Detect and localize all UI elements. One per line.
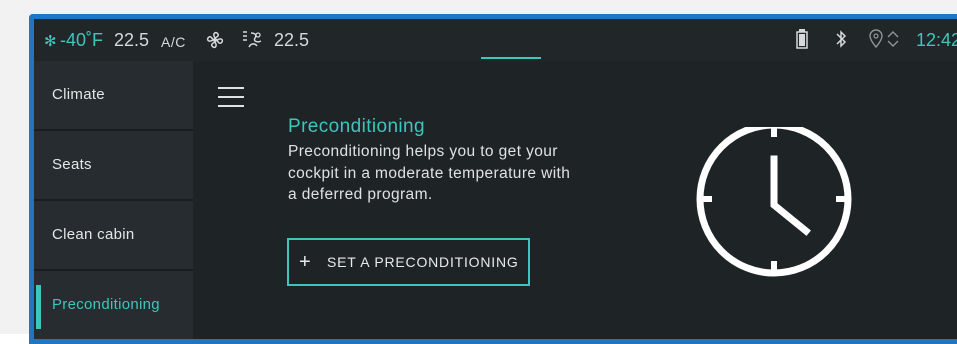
sidebar-item-label: Climate [52, 86, 105, 103]
active-indicator [36, 285, 41, 329]
sidebar-item-label: Preconditioning [52, 296, 160, 313]
set-temperature[interactable]: 22.5 [114, 30, 149, 51]
hamburger-menu-icon[interactable] [218, 87, 244, 109]
status-bar-indicator [481, 57, 541, 59]
right-temperature[interactable]: 22.5 [274, 30, 309, 51]
button-label: SET A PRECONDITIONING [327, 254, 519, 270]
sidebar: Climate Seats Clean cabin Preconditionin… [34, 61, 193, 339]
airflow-icon[interactable] [239, 29, 265, 56]
exterior-temperature: -40˚F [60, 30, 104, 50]
snowflake-icon: ✻ [44, 33, 57, 50]
sidebar-item-preconditioning[interactable]: Preconditioning [34, 271, 193, 339]
set-preconditioning-button[interactable]: + SET A PRECONDITIONING [287, 238, 530, 286]
ac-button[interactable]: A/C [161, 34, 186, 50]
bluetooth-icon [834, 29, 848, 54]
sidebar-item-label: Seats [52, 156, 92, 173]
sidebar-item-seats[interactable]: Seats [34, 131, 193, 199]
status-time: 12:42 [916, 30, 957, 50]
sidebar-item-climate[interactable]: Climate [34, 61, 193, 129]
battery-icon [795, 28, 809, 55]
page-description: Preconditioning helps you to get your co… [288, 143, 571, 203]
sidebar-item-clean-cabin[interactable]: Clean cabin [34, 201, 193, 269]
plus-icon: + [299, 251, 311, 273]
sidebar-item-label: Clean cabin [52, 226, 135, 243]
fan-icon[interactable] [204, 29, 226, 56]
clock-icon [694, 121, 860, 282]
device-frame: ✻ -40˚F 22.5 A/C 22.5 12:42 Climate Seat… [0, 0, 957, 344]
status-bar: ✻ -40˚F 22.5 A/C 22.5 12:42 [34, 19, 957, 61]
page-title: Preconditioning [288, 116, 425, 137]
location-icon [868, 29, 902, 54]
infotainment-screen: ✻ -40˚F 22.5 A/C 22.5 12:42 Climate Seat… [29, 14, 957, 344]
